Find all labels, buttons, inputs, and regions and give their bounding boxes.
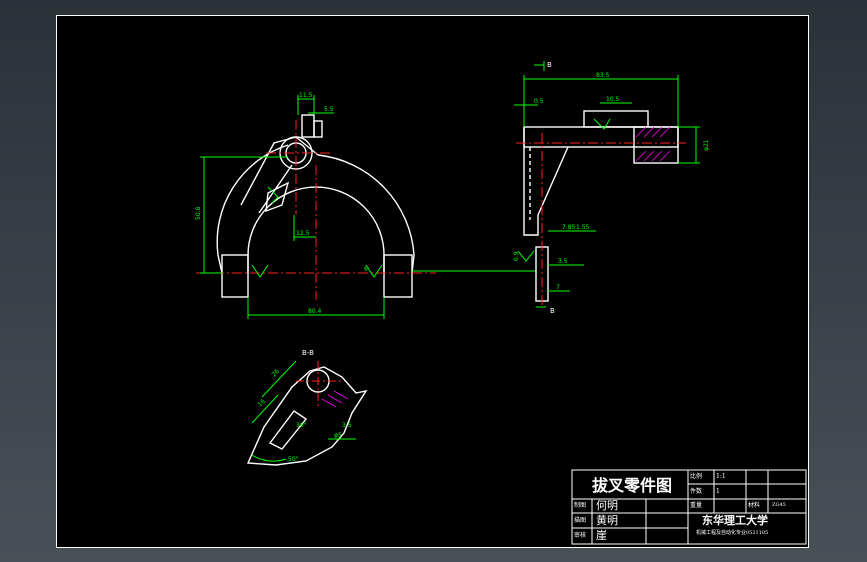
class-info: 机械工程及自动化专业0521105 xyxy=(696,530,769,536)
sec-arc-dim xyxy=(251,454,287,462)
hatch-2 xyxy=(643,150,655,162)
side-dim-text-2: 0.5 xyxy=(534,98,544,105)
side-dim-text-6: 1.55 xyxy=(576,224,590,231)
sheet-frame xyxy=(56,15,809,548)
fork-foot-right xyxy=(383,254,413,298)
fork-foot-left xyxy=(221,254,249,298)
row3-label: 审核 xyxy=(574,532,587,539)
top-view-label: B xyxy=(547,61,552,69)
sec-hatch-3 xyxy=(321,398,337,408)
side-top-boss xyxy=(583,110,649,128)
sec-dim-text-6: 3.5 xyxy=(342,422,352,429)
sec-dim-2 xyxy=(251,394,279,424)
fork-arm xyxy=(240,136,319,206)
sec-dim-text-2: 16 xyxy=(256,398,266,408)
side-surface-mark xyxy=(517,250,535,262)
row2-name: 黄明 xyxy=(596,514,618,527)
sec-dim-text-3: 36° xyxy=(296,422,307,429)
fork-outer-left xyxy=(216,144,289,274)
material-value: ZG45 xyxy=(772,502,786,508)
row2-label: 描图 xyxy=(574,517,587,524)
row1-name: 何明 xyxy=(596,499,618,512)
section-label: B-B xyxy=(302,349,314,357)
side-dim-text-4: φ21 xyxy=(703,139,710,151)
bottom-view-label: B xyxy=(550,307,555,315)
section-dim-texts: 26 16 36° φ5 50° 3.5 xyxy=(256,368,351,463)
scale-value: 1:1 xyxy=(716,473,726,480)
dim-text-1: 11.5 xyxy=(299,92,313,99)
sec-dim-text-1: 26 xyxy=(270,368,280,378)
side-dim-text-8: 0.9 xyxy=(513,251,520,261)
section-hatch xyxy=(321,390,349,408)
top-lug-2 xyxy=(313,120,323,138)
front-dim-texts: 11.5 5.5 12.5 80.4 50.8 6 xyxy=(195,92,368,315)
material-label: 材料 xyxy=(748,502,761,509)
drawing-sheet: 11.5 5.5 12.5 80.4 50.8 6 83.5 0.5 10.5 … xyxy=(56,15,809,548)
hatch-3 xyxy=(651,150,663,162)
sec-hatch-1 xyxy=(327,394,343,404)
sec-hatch-2 xyxy=(333,390,349,400)
section-view xyxy=(246,366,368,466)
side-dim-text-1: 83.5 xyxy=(596,72,610,79)
side-centerlines xyxy=(516,133,686,307)
sec-dim-text-5: 50° xyxy=(288,456,299,463)
dim-text-2: 5.5 xyxy=(324,106,334,113)
row3-name: 崖 xyxy=(596,529,607,542)
drawing-title: 拔叉零件图 xyxy=(592,476,673,495)
dim-text-5: 50.8 xyxy=(195,206,202,220)
weight-label: 重量 xyxy=(690,502,703,509)
side-dim-texts: 83.5 0.5 10.5 φ21 7.85 1.55 3.5 0.9 7 xyxy=(513,72,710,291)
hatch-8 xyxy=(659,126,671,138)
side-top-bar xyxy=(523,126,679,148)
front-centerlines xyxy=(196,120,436,300)
hatch-6 xyxy=(643,126,655,138)
side-dim-text-9: 7 xyxy=(556,284,560,291)
side-dim-text-5: 7.85 xyxy=(562,224,576,231)
sec-dim-1 xyxy=(261,360,297,398)
hatch-4 xyxy=(659,150,671,162)
dim-text-4: 80.4 xyxy=(308,308,322,315)
surface-mark-left xyxy=(251,264,269,278)
row1-label: 制图 xyxy=(574,502,587,509)
sec-dim-text-4: φ5 xyxy=(334,432,342,439)
hatch-5 xyxy=(635,126,647,138)
hatch-7 xyxy=(651,126,663,138)
side-dim-text-7: 3.5 xyxy=(558,258,568,265)
side-hatch xyxy=(635,126,671,162)
top-lug xyxy=(301,114,315,138)
university-name: 东华理工大学 xyxy=(702,514,768,527)
side-dim-text-3: 10.5 xyxy=(606,96,620,103)
scale-label: 比例 xyxy=(690,473,703,480)
cad-drawing: 11.5 5.5 12.5 80.4 50.8 6 83.5 0.5 10.5 … xyxy=(56,15,809,548)
surface-mark-right xyxy=(365,264,383,278)
section-slot xyxy=(268,410,308,450)
qty-label: 件数 xyxy=(690,488,703,495)
qty-value: 1 xyxy=(716,488,720,495)
dim-text-6: 6 xyxy=(364,266,368,273)
hatch-1 xyxy=(635,150,647,162)
side-view xyxy=(523,110,679,302)
front-dimensions xyxy=(200,95,536,319)
dim-text-3: 12.5 xyxy=(296,230,310,237)
